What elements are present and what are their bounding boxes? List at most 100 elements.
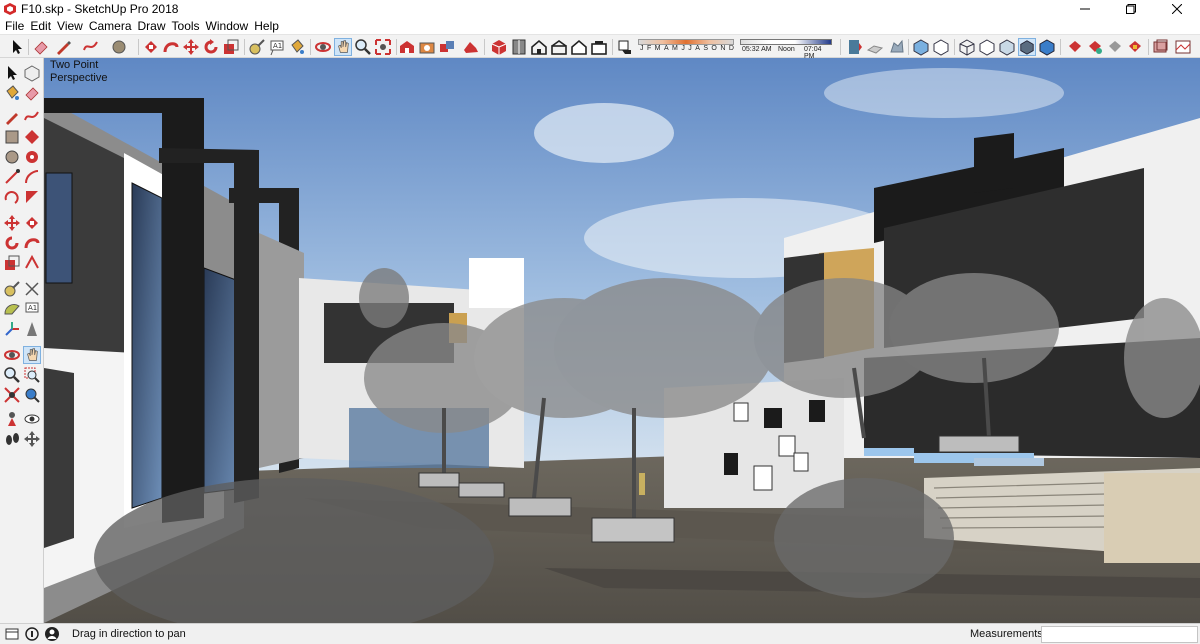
zoom-icon[interactable] — [354, 38, 372, 56]
look-around-icon[interactable] — [23, 410, 41, 428]
model-viewport[interactable]: Two Point Perspective — [44, 58, 1200, 623]
scale-icon[interactable] — [222, 38, 240, 56]
text-icon[interactable]: A1 — [268, 38, 286, 56]
walk-icon[interactable] — [3, 430, 21, 448]
rotate-icon[interactable] — [202, 38, 220, 56]
menu-edit[interactable]: Edit — [27, 18, 54, 34]
text-icon[interactable]: A1 — [23, 300, 41, 318]
solid-trim-icon[interactable] — [1106, 38, 1124, 56]
curtain-wall-glass — [131, 182, 163, 509]
pie-slice-icon[interactable] — [23, 188, 41, 206]
move-icon[interactable] — [182, 38, 200, 56]
user-account-icon[interactable] — [44, 626, 60, 642]
three-point-arc-icon[interactable] — [3, 188, 21, 206]
sandbox-icon[interactable] — [462, 38, 480, 56]
components-icon[interactable] — [438, 38, 456, 56]
paint-bucket-icon[interactable] — [3, 84, 21, 102]
layers-icon[interactable] — [1152, 38, 1170, 56]
menu-view[interactable]: View — [54, 18, 86, 34]
wireframe-icon[interactable] — [958, 38, 976, 56]
measurements-input[interactable] — [1041, 626, 1198, 643]
follow-me-icon[interactable] — [162, 38, 180, 56]
previous-view-icon[interactable] — [23, 386, 41, 404]
xray-icon[interactable] — [912, 38, 930, 56]
arc-icon[interactable] — [23, 108, 41, 126]
make-component-icon[interactable] — [23, 64, 41, 82]
shaded-textures-icon[interactable] — [1018, 38, 1036, 56]
section-plane-icon[interactable] — [23, 430, 41, 448]
hidden-line-icon[interactable] — [978, 38, 996, 56]
iso-view-icon[interactable] — [490, 38, 508, 56]
freehand-icon[interactable] — [82, 38, 100, 56]
front-view-icon[interactable] — [530, 38, 548, 56]
pan-icon[interactable] — [334, 38, 352, 56]
shaded-icon[interactable] — [998, 38, 1016, 56]
move-icon[interactable] — [3, 214, 21, 232]
month-label: F — [646, 45, 652, 52]
shadows-icon[interactable] — [616, 38, 634, 56]
pencil-line-icon[interactable] — [54, 38, 72, 56]
shadow-time-slider[interactable]: 05:32 AM Noon 07:04 PM — [740, 39, 832, 60]
credits-icon[interactable] — [24, 626, 40, 642]
top-view-icon[interactable] — [510, 38, 528, 56]
right-view-icon[interactable] — [550, 38, 568, 56]
scenes-icon[interactable] — [1174, 38, 1192, 56]
back-edges-icon[interactable] — [932, 38, 950, 56]
protractor-icon[interactable] — [3, 300, 21, 318]
pan-icon[interactable] — [23, 346, 41, 364]
follow-me-icon[interactable] — [23, 234, 41, 252]
offset-icon[interactable] — [23, 254, 41, 272]
shape-icon[interactable] — [110, 38, 128, 56]
pie-icon[interactable] — [23, 168, 41, 186]
select-icon[interactable] — [3, 64, 21, 82]
menu-tools[interactable]: Tools — [169, 18, 203, 34]
rotated-rect-icon[interactable] — [23, 128, 41, 146]
scale-icon[interactable] — [3, 254, 21, 272]
polygon-icon[interactable] — [23, 148, 41, 166]
section-display-icon[interactable] — [866, 38, 884, 56]
section-plane-icon[interactable] — [846, 38, 864, 56]
position-camera-icon[interactable] — [3, 410, 21, 428]
3d-text-icon[interactable] — [23, 320, 41, 338]
rotate-icon[interactable] — [3, 234, 21, 252]
zoom-window-icon[interactable] — [23, 366, 41, 384]
menu-help[interactable]: Help — [251, 18, 282, 34]
shadow-month-slider[interactable]: J F M A M J J A S O N D — [638, 39, 734, 55]
select-icon[interactable] — [8, 38, 26, 56]
circle-icon[interactable] — [3, 148, 21, 166]
push-pull-icon[interactable] — [142, 38, 160, 56]
rectangle-icon[interactable] — [3, 128, 21, 146]
tape-measure-icon[interactable] — [3, 280, 21, 298]
orbit-icon[interactable] — [3, 346, 21, 364]
warehouse-icon[interactable] — [398, 38, 416, 56]
line-icon[interactable] — [3, 108, 21, 126]
menu-draw[interactable]: Draw — [135, 18, 169, 34]
extension-icon[interactable] — [418, 38, 436, 56]
zoom-extents-icon[interactable] — [3, 386, 21, 404]
solid-subtract-icon[interactable] — [1086, 38, 1104, 56]
push-pull-icon[interactable] — [23, 214, 41, 232]
section-fill-icon[interactable] — [888, 38, 906, 56]
eraser-icon[interactable] — [32, 38, 50, 56]
freehand-icon[interactable] — [3, 168, 21, 186]
close-button[interactable] — [1154, 0, 1200, 18]
zoom-icon[interactable] — [3, 366, 21, 384]
tape-measure-icon[interactable] — [248, 38, 266, 56]
geolocation-icon[interactable] — [4, 626, 20, 642]
eraser-icon[interactable] — [23, 84, 41, 102]
monochrome-icon[interactable] — [1038, 38, 1056, 56]
left-view-icon[interactable] — [590, 38, 608, 56]
solid-split-icon[interactable] — [1126, 38, 1144, 56]
solid-union-icon[interactable] — [1066, 38, 1084, 56]
orbit-icon[interactable] — [314, 38, 332, 56]
menu-file[interactable]: File — [2, 18, 27, 34]
zoom-extents-icon[interactable] — [374, 38, 392, 56]
axes-icon[interactable] — [3, 320, 21, 338]
paint-bucket-icon[interactable] — [288, 38, 306, 56]
menu-camera[interactable]: Camera — [86, 18, 135, 34]
dimension-icon[interactable] — [23, 280, 41, 298]
maximize-button[interactable] — [1108, 0, 1154, 18]
back-view-icon[interactable] — [570, 38, 588, 56]
minimize-button[interactable] — [1062, 0, 1108, 18]
menu-window[interactable]: Window — [203, 18, 252, 34]
